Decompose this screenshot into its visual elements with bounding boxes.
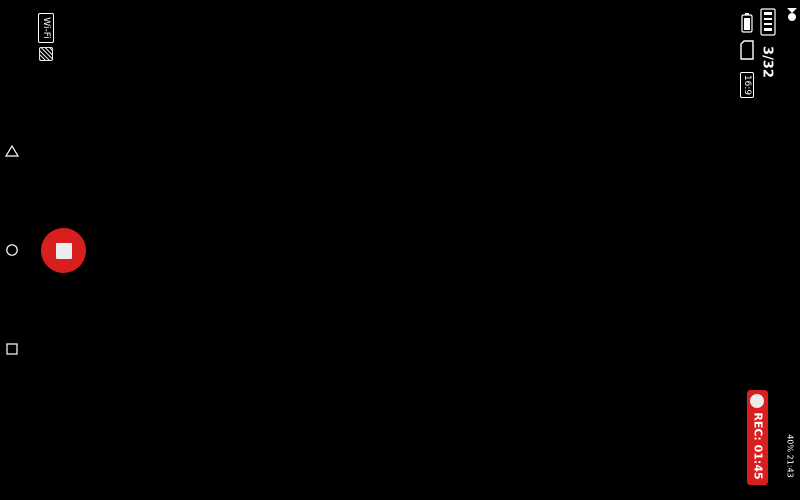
system-status-text: 40% 21:43 — [785, 434, 795, 478]
signal-status-icon — [787, 8, 797, 21]
wifi-indicator[interactable]: Wi-Fi — [38, 13, 54, 61]
system-status-bar: 40% 21:43 — [781, 414, 799, 498]
aspect-ratio-badge[interactable]: 16:9 — [740, 72, 754, 98]
recording-indicator: REC: 01:45 — [747, 390, 768, 485]
record-dot-icon — [750, 394, 764, 408]
wifi-label: Wi-Fi — [41, 17, 51, 39]
aspect-ratio-label: 16:9 — [742, 74, 752, 96]
home-circle-icon[interactable] — [5, 243, 19, 257]
photo-count: 3/32 — [757, 44, 777, 80]
recents-square-icon[interactable] — [5, 342, 19, 356]
battery-icon — [741, 13, 753, 33]
stop-recording-button[interactable] — [41, 228, 86, 273]
photo-count-label: 3/32 — [759, 46, 775, 78]
qr-code-icon — [39, 47, 53, 61]
stop-square-icon — [55, 242, 72, 259]
hd-resolution-icon[interactable] — [760, 8, 776, 36]
back-triangle-icon[interactable] — [5, 144, 19, 158]
sd-card-icon — [740, 40, 754, 60]
recording-timer-label: REC: 01:45 — [751, 412, 764, 480]
wifi-label-box: Wi-Fi — [38, 13, 54, 43]
recording-timer: REC: 01:45 — [747, 410, 768, 482]
